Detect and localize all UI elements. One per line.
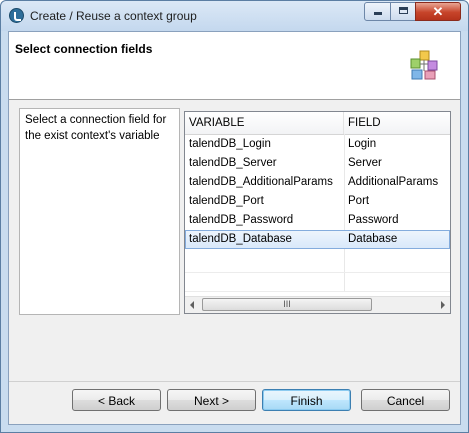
back-button[interactable]: < Back <box>72 389 161 411</box>
field-cell[interactable]: Password <box>344 211 450 230</box>
dialog-window: Create / Reuse a context group ✕ Select … <box>0 0 469 433</box>
context-group-wizard-icon <box>410 50 438 80</box>
scroll-left-arrow-icon[interactable] <box>190 301 194 309</box>
table-row[interactable]: talendDB_Password Password <box>185 211 450 230</box>
maximize-button[interactable] <box>390 2 416 21</box>
wizard-header: Select connection fields <box>9 32 460 100</box>
empty-row-line <box>185 272 450 273</box>
column-header-variable[interactable]: VARIABLE <box>185 112 344 134</box>
variable-cell: talendDB_Login <box>189 138 271 150</box>
cancel-button[interactable]: Cancel <box>361 389 450 411</box>
close-button[interactable]: ✕ <box>415 2 461 21</box>
description-text: Select a connection field for the exist … <box>25 114 167 142</box>
table-header: VARIABLE FIELD <box>185 112 450 135</box>
talend-app-icon <box>9 8 24 23</box>
title-bar[interactable]: Create / Reuse a context group ✕ <box>1 1 468 31</box>
table-row[interactable]: talendDB_Port Port <box>185 192 450 211</box>
field-cell[interactable]: Login <box>344 135 450 154</box>
next-button[interactable]: Next > <box>167 389 256 411</box>
table-row[interactable]: talendDB_AdditionalParams AdditionalPara… <box>185 173 450 192</box>
page-title: Select connection fields <box>15 42 153 56</box>
footer-divider <box>9 381 460 382</box>
description-panel: Select a connection field for the exist … <box>19 108 180 315</box>
connection-fields-table[interactable]: VARIABLE FIELD talendDB_Login Login tale… <box>184 111 451 314</box>
field-cell[interactable]: AdditionalParams <box>344 173 450 192</box>
scroll-right-arrow-icon[interactable] <box>441 301 445 309</box>
column-header-field[interactable]: FIELD <box>344 112 450 134</box>
scrollbar-thumb[interactable]: III <box>202 298 372 311</box>
window-title: Create / Reuse a context group <box>30 9 197 23</box>
minimize-icon <box>373 12 382 15</box>
variable-cell: talendDB_Server <box>189 157 277 169</box>
maximize-icon <box>398 7 408 14</box>
field-cell[interactable]: Server <box>344 154 450 173</box>
table-row-selected[interactable]: talendDB_Database Database <box>185 230 450 249</box>
minimize-button[interactable] <box>364 2 391 21</box>
table-body: talendDB_Login Login talendDB_Server Ser… <box>185 135 450 249</box>
close-icon: ✕ <box>432 4 444 19</box>
field-cell[interactable]: Database <box>344 230 450 249</box>
table-row[interactable]: talendDB_Login Login <box>185 135 450 154</box>
empty-row-line <box>185 291 450 292</box>
dialog-client-area: Select connection fields Select a connec… <box>8 31 461 425</box>
table-row[interactable]: talendDB_Server Server <box>185 154 450 173</box>
field-cell[interactable]: Port <box>344 192 450 211</box>
variable-cell: talendDB_Port <box>189 195 264 207</box>
horizontal-scrollbar[interactable]: III <box>185 296 450 313</box>
variable-cell: talendDB_Password <box>189 214 294 226</box>
variable-cell: talendDB_AdditionalParams <box>189 176 333 188</box>
variable-cell: talendDB_Database <box>189 233 292 245</box>
finish-button[interactable]: Finish <box>262 389 351 411</box>
